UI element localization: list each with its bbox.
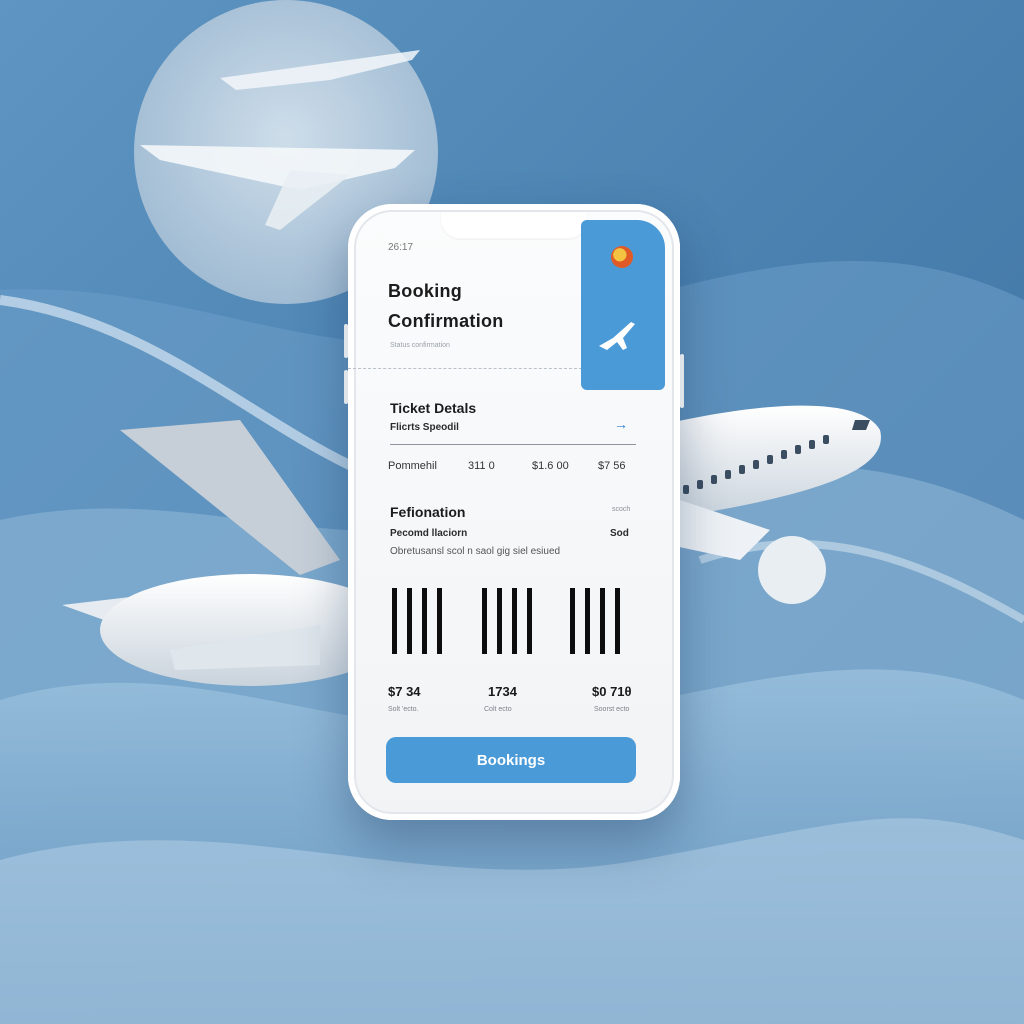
arrow-right-icon[interactable]: → bbox=[614, 416, 628, 432]
destination-meta: scoch bbox=[612, 506, 631, 513]
destination-description: Obretusansl scol n saol gig siel esiued bbox=[390, 546, 561, 557]
page-subtitle: Status confirmation bbox=[390, 342, 450, 349]
ticket-row-value: $1.6 00 bbox=[532, 460, 569, 472]
page-title: Booking Confirmation bbox=[388, 276, 578, 336]
title-line-2: Confirmation bbox=[388, 311, 504, 331]
summary-value: $7 34 bbox=[388, 684, 421, 699]
summary-value: $0 71θ bbox=[592, 684, 632, 699]
destination-code: Sod bbox=[610, 528, 629, 539]
barcode-group bbox=[570, 588, 620, 654]
phone-device: 26:17 Booking Confirmation Status confir… bbox=[344, 204, 684, 820]
divider-line bbox=[390, 444, 636, 445]
status-time: 26:17 bbox=[388, 242, 414, 253]
destination-subtitle: Pecomd llaciorn bbox=[390, 528, 468, 539]
ticket-row-value: $7 56 bbox=[598, 460, 626, 472]
barcode-group bbox=[482, 588, 532, 654]
ticket-row-label: Pommehil bbox=[388, 460, 437, 472]
logo-badge-icon bbox=[611, 246, 633, 268]
ticket-row-value: 311 0 bbox=[468, 460, 495, 472]
ticket-details-title: Ticket Detals bbox=[390, 400, 477, 416]
summary-caption: Soorst ecto bbox=[594, 706, 630, 713]
title-line-1: Booking bbox=[388, 281, 463, 301]
perforation-divider bbox=[348, 368, 582, 369]
airline-tab[interactable] bbox=[581, 220, 665, 390]
bookings-button[interactable]: Bookings bbox=[386, 737, 636, 783]
summary-value: 1734 bbox=[488, 684, 517, 699]
phone-side-button bbox=[344, 370, 348, 404]
summary-caption: Colt ecto bbox=[484, 706, 512, 713]
phone-power-button bbox=[680, 354, 684, 408]
barcode-group bbox=[392, 588, 442, 654]
summary-caption: Solt 'ecto. bbox=[388, 706, 419, 713]
destination-title: Fefionation bbox=[390, 504, 466, 520]
ticket-details-subtitle: Flicrts Speodil bbox=[390, 422, 459, 433]
airplane-icon bbox=[599, 322, 635, 350]
phone-side-button bbox=[344, 324, 348, 358]
phone-notch bbox=[440, 212, 588, 240]
